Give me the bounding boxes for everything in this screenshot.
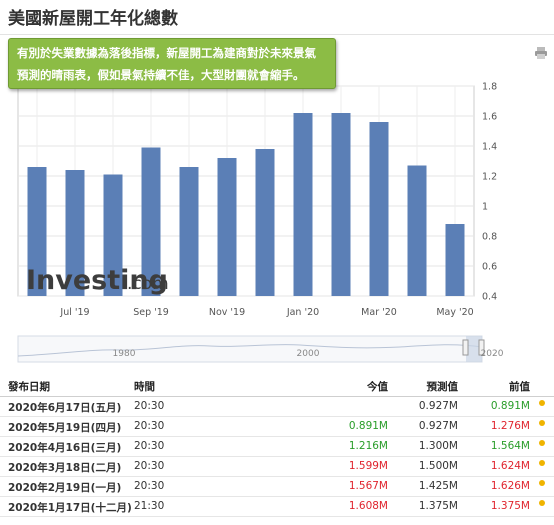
row-forecast: 1.500M	[418, 460, 458, 472]
header-previous: 前值	[509, 381, 530, 393]
row-forecast: 0.927M	[418, 420, 458, 432]
status-dot-icon[interactable]	[539, 480, 545, 486]
row-date: 2020年6月17日(五月)	[8, 402, 122, 414]
y-tick-label: 1.6	[482, 112, 497, 123]
row-time: 20:30	[134, 480, 165, 492]
release-history-table: 發布日期 時間 今值 預測值 前值 2020年6月17日(五月) 20:30 0.9…	[0, 374, 554, 517]
header-date: 發布日期	[8, 381, 50, 393]
y-tick-label: 0.4	[482, 292, 497, 303]
bar[interactable]	[445, 224, 465, 296]
status-dot-icon[interactable]	[539, 460, 545, 466]
watermark-suffix: .com	[127, 274, 169, 294]
table-row: 2020年4月16日(三月) 20:30 1.216M 1.300M 1.564M	[0, 437, 554, 457]
y-tick-label: 1.8	[482, 82, 497, 93]
y-tick-label: 0.6	[482, 262, 497, 273]
navigator-label-2000: 2000	[297, 349, 320, 359]
row-time: 20:30	[134, 420, 165, 432]
row-previous: 1.624M	[490, 460, 530, 472]
bar[interactable]	[331, 113, 351, 296]
status-dot-icon[interactable]	[539, 500, 545, 506]
row-actual: 1.599M	[348, 460, 388, 472]
row-forecast: 1.375M	[418, 500, 458, 512]
table-header-row: 發布日期 時間 今值 預測值 前值	[0, 374, 554, 397]
annotation-callout: 有別於失業數據為落後指標，新屋開工為建商對於未來景氣 預測的晴雨表，假如景氣持續…	[8, 38, 336, 89]
range-navigator[interactable]: 1980 2000 2020	[17, 335, 504, 363]
row-forecast: 1.300M	[418, 440, 458, 452]
table-row: 2020年3月18日(二月) 20:30 1.599M 1.500M 1.624M	[0, 457, 554, 477]
y-tick-label: 0.8	[482, 232, 497, 243]
row-date: 2020年2月19日(一月)	[8, 482, 122, 494]
bar[interactable]	[179, 167, 199, 296]
row-time: 20:30	[134, 460, 165, 472]
header-forecast: 預測值	[426, 381, 459, 393]
row-forecast: 0.927M	[418, 400, 458, 412]
row-date: 2020年5月19日(四月)	[8, 422, 122, 434]
row-actual: 1.608M	[348, 500, 388, 512]
bar[interactable]	[407, 165, 427, 297]
row-actual: 0.891M	[348, 420, 388, 432]
table-row: 2020年6月17日(五月) 20:30 0.927M 0.891M	[0, 397, 554, 417]
row-time: 21:30	[134, 500, 165, 512]
table-row: 2020年2月19日(一月) 20:30 1.567M 1.425M 1.626M	[0, 477, 554, 497]
navigator-label-1980: 1980	[113, 349, 136, 359]
row-previous: 1.276M	[490, 420, 530, 432]
navigator-label-2020: 2020	[481, 349, 504, 359]
watermark-logo: Investing .com	[26, 265, 169, 296]
status-dot-icon[interactable]	[539, 440, 545, 446]
row-previous: 0.891M	[490, 400, 530, 412]
table-body: 2020年6月17日(五月) 20:30 0.927M 0.891M 2020年5月19…	[0, 397, 554, 517]
row-previous: 1.375M	[490, 500, 530, 512]
navigator-handle-left[interactable]	[462, 339, 469, 356]
row-forecast: 1.425M	[418, 480, 458, 492]
callout-line-2: 預測的晴雨表，假如景氣持續不佳，大型財團就會縮手。	[17, 68, 305, 82]
y-tick-label: 1	[482, 202, 488, 213]
bar[interactable]	[293, 113, 313, 296]
header-time: 時間	[134, 381, 155, 393]
row-date: 2020年3月18日(二月)	[8, 462, 122, 474]
bar[interactable]	[217, 158, 237, 296]
x-tick-label: Mar '20	[361, 307, 397, 318]
row-actual: 1.216M	[348, 440, 388, 452]
navigator-track[interactable]	[17, 335, 483, 363]
status-dot-icon[interactable]	[539, 420, 545, 426]
x-axis-ticks: Jul '19 Sep '19 Nov '19 Jan '20 Mar '20 May '…	[59, 307, 473, 318]
row-previous: 1.564M	[490, 440, 530, 452]
callout-line-1: 有別於失業數據為落後指標，新屋開工為建商對於未來景氣	[17, 46, 316, 60]
table-row: 2020年1月17日(十二月) 21:30 1.608M 1.375M 1.375M	[0, 497, 554, 517]
status-dot-icon[interactable]	[539, 400, 545, 406]
row-date: 2020年1月17日(十二月)	[8, 502, 132, 514]
y-tick-label: 1.2	[482, 172, 497, 183]
x-tick-label: Jan '20	[286, 307, 319, 318]
x-tick-label: Nov '19	[209, 307, 245, 318]
row-date: 2020年4月16日(三月)	[8, 442, 122, 454]
y-tick-label: 1.4	[482, 142, 497, 153]
table-row: 2020年5月19日(四月) 20:30 0.891M 0.927M 1.276M	[0, 417, 554, 437]
bar[interactable]	[255, 149, 275, 296]
row-actual: 1.567M	[348, 480, 388, 492]
row-time: 20:30	[134, 440, 165, 452]
y-axis-ticks: 0.4 0.6 0.8 1 1.2 1.4 1.6 1.8	[482, 82, 497, 303]
row-previous: 1.626M	[490, 480, 530, 492]
x-tick-label: Sep '19	[133, 307, 169, 318]
header-actual: 今值	[367, 381, 388, 393]
bar[interactable]	[369, 122, 389, 296]
x-tick-label: Jul '19	[59, 307, 89, 318]
x-tick-label: May '20	[436, 307, 473, 318]
row-time: 20:30	[134, 400, 165, 412]
